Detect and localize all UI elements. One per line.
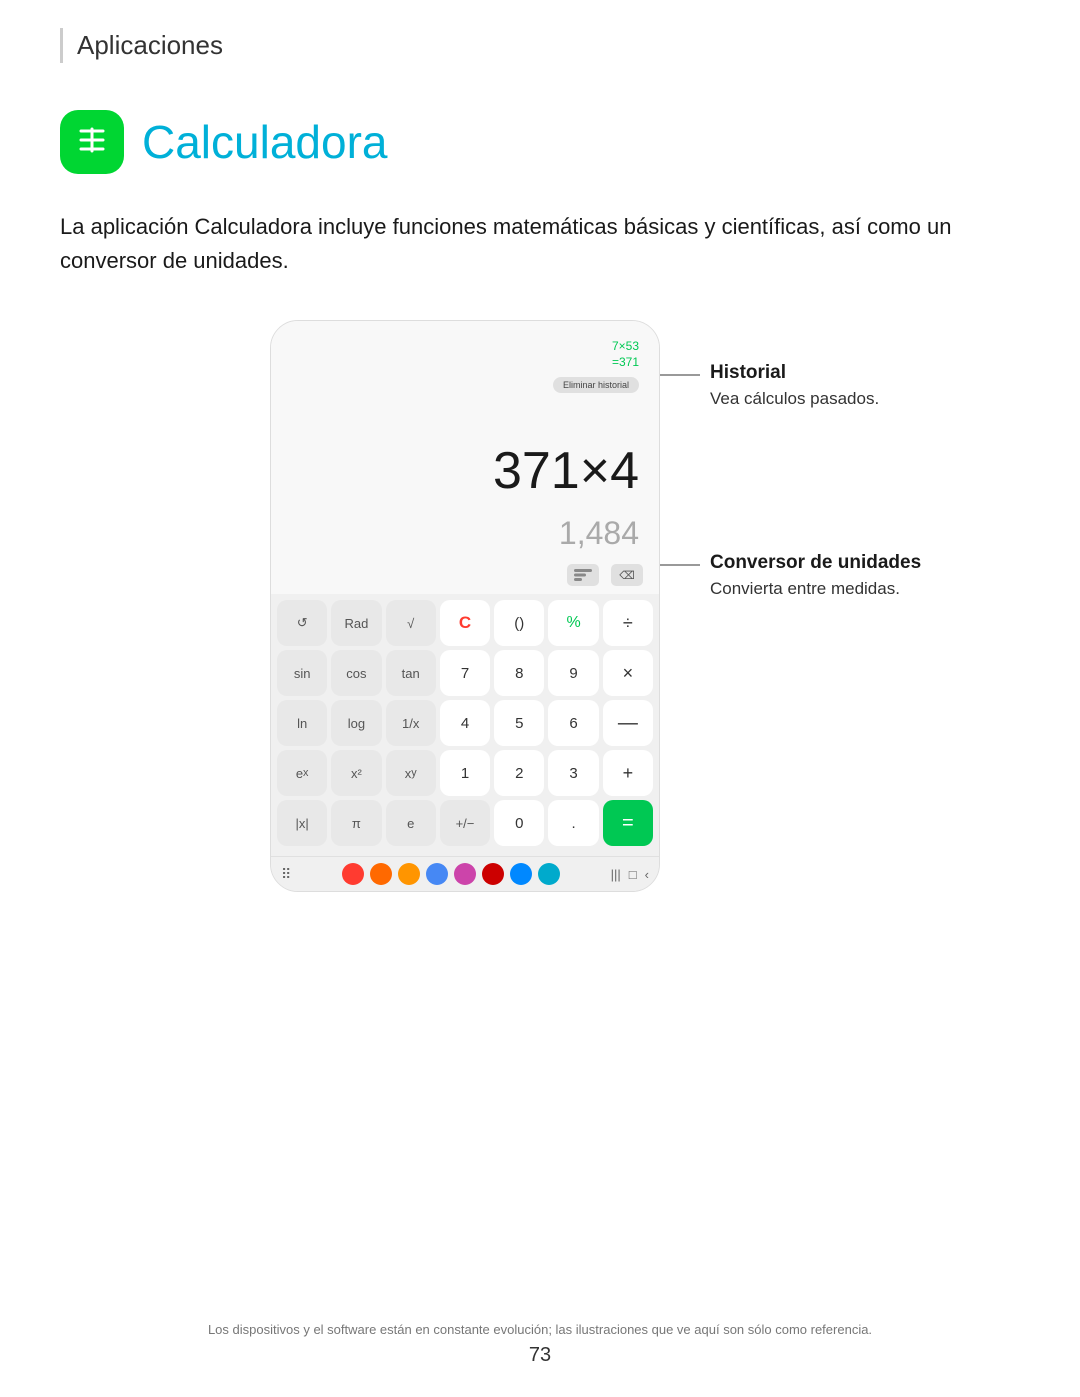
btn-tan[interactable]: tan <box>386 650 436 696</box>
annotation-conversor-title: Conversor de unidades <box>710 552 921 574</box>
btn-negate[interactable]: +/− <box>440 800 490 846</box>
annotations: Historial Vea cálculos pasados. Converso… <box>660 320 940 641</box>
annotation-historial-line: Historial Vea cálculos pasados. <box>660 362 940 412</box>
btn-9[interactable]: 9 <box>548 650 598 696</box>
annotation-conversor-text: Conversor de unidades Convierta entre me… <box>700 552 921 602</box>
section-border <box>60 28 63 63</box>
btn-clear[interactable]: C <box>440 600 490 646</box>
unit-converter-button[interactable] <box>567 564 599 586</box>
breadcrumb: Aplicaciones <box>60 28 223 63</box>
btn-xy[interactable]: xy <box>386 750 436 796</box>
btn-5[interactable]: 5 <box>494 700 544 746</box>
button-row-5: |x| π e +/− 0 . = <box>277 800 653 846</box>
taskbar-app-2 <box>370 863 392 885</box>
btn-rad[interactable]: Rad <box>331 600 381 646</box>
taskbar-app-3 <box>398 863 420 885</box>
annotation-conversor-line: Conversor de unidades Convierta entre me… <box>660 552 940 602</box>
footer-note: Los dispositivos y el software están en … <box>60 1322 1020 1337</box>
annotation-historial-title: Historial <box>710 362 879 384</box>
taskbar-app-8 <box>538 863 560 885</box>
btn-1[interactable]: 1 <box>440 750 490 796</box>
btn-7[interactable]: 7 <box>440 650 490 696</box>
current-expression: 371×4 <box>291 421 639 511</box>
btn-decimal[interactable]: . <box>548 800 598 846</box>
delete-button[interactable]: ⌫ <box>611 564 643 586</box>
button-row-1: ↺ Rad √ C () % ÷ <box>277 600 653 646</box>
taskbar-app-1 <box>342 863 364 885</box>
btn-divide[interactable]: ÷ <box>603 600 653 646</box>
phone-mockup: 7×53 =371 Eliminar historial 371×4 1,484… <box>270 320 660 892</box>
history-area: 7×53 =371 Eliminar historial <box>271 321 659 411</box>
annotation-historial-desc: Vea cálculos pasados. <box>710 387 879 412</box>
btn-1x[interactable]: 1/x <box>386 700 436 746</box>
app-title: Calculadora <box>142 115 387 169</box>
nav-back-icon[interactable]: ‹ <box>645 867 649 882</box>
btn-8[interactable]: 8 <box>494 650 544 696</box>
annotation-dash-2 <box>660 564 700 566</box>
annotation-historial-text: Historial Vea cálculos pasados. <box>700 362 879 412</box>
annotation-historial: Historial Vea cálculos pasados. <box>660 362 940 412</box>
section-title: Aplicaciones <box>77 28 223 63</box>
history-past: 7×53 <box>291 339 639 353</box>
history-result: =371 <box>291 355 639 369</box>
app-description: La aplicación Calculadora incluye funcio… <box>60 210 1020 278</box>
btn-abs[interactable]: |x| <box>277 800 327 846</box>
btn-multiply[interactable]: × <box>603 650 653 696</box>
button-row-3: ln log 1/x 4 5 6 — <box>277 700 653 746</box>
nav-bar: ||| □ ‹ <box>611 867 649 882</box>
annotation-conversor-desc: Convierta entre medidas. <box>710 577 921 602</box>
annotation-conversor: Conversor de unidades Convierta entre me… <box>660 552 940 602</box>
nav-menu-icon[interactable]: ||| <box>611 867 621 882</box>
btn-ln[interactable]: ln <box>277 700 327 746</box>
display-area: 371×4 1,484 <box>271 411 659 560</box>
btn-log[interactable]: log <box>331 700 381 746</box>
button-row-2: sin cos tan 7 8 9 × <box>277 650 653 696</box>
app-icon-symbol <box>73 121 111 164</box>
btn-add[interactable]: + <box>603 750 653 796</box>
btn-parens[interactable]: () <box>494 600 544 646</box>
btn-pi[interactable]: π <box>331 800 381 846</box>
page-number: 73 <box>529 1344 551 1367</box>
btn-equals[interactable]: = <box>603 800 653 846</box>
btn-x2[interactable]: x² <box>331 750 381 796</box>
taskbar-app-6 <box>482 863 504 885</box>
nav-home-icon[interactable]: □ <box>629 867 637 882</box>
btn-4[interactable]: 4 <box>440 700 490 746</box>
app-icon <box>60 110 124 174</box>
annotation-dash-1 <box>660 374 700 376</box>
btn-sqrt[interactable]: √ <box>386 600 436 646</box>
btn-ex[interactable]: ex <box>277 750 327 796</box>
control-row: ⌫ <box>271 560 659 594</box>
btn-percent[interactable]: % <box>548 600 598 646</box>
taskbar-app-4 <box>426 863 448 885</box>
taskbar-app-7 <box>510 863 532 885</box>
calc-buttons: ↺ Rad √ C () % ÷ sin cos tan 7 8 9 × ln <box>271 594 659 856</box>
delete-history-button[interactable]: Eliminar historial <box>553 377 639 393</box>
btn-cos[interactable]: cos <box>331 650 381 696</box>
btn-0[interactable]: 0 <box>494 800 544 846</box>
button-row-4: ex x² xy 1 2 3 + <box>277 750 653 796</box>
status-bar: ⠿ ||| □ ‹ <box>271 856 659 891</box>
btn-subtract[interactable]: — <box>603 700 653 746</box>
btn-rotate[interactable]: ↺ <box>277 600 327 646</box>
btn-sin[interactable]: sin <box>277 650 327 696</box>
taskbar-icons <box>342 863 560 885</box>
app-grid-icon[interactable]: ⠿ <box>281 866 291 883</box>
btn-2[interactable]: 2 <box>494 750 544 796</box>
taskbar-app-5 <box>454 863 476 885</box>
app-header: Calculadora <box>60 110 387 174</box>
btn-e[interactable]: e <box>386 800 436 846</box>
btn-6[interactable]: 6 <box>548 700 598 746</box>
btn-3[interactable]: 3 <box>548 750 598 796</box>
result-preview: 1,484 <box>291 515 639 560</box>
